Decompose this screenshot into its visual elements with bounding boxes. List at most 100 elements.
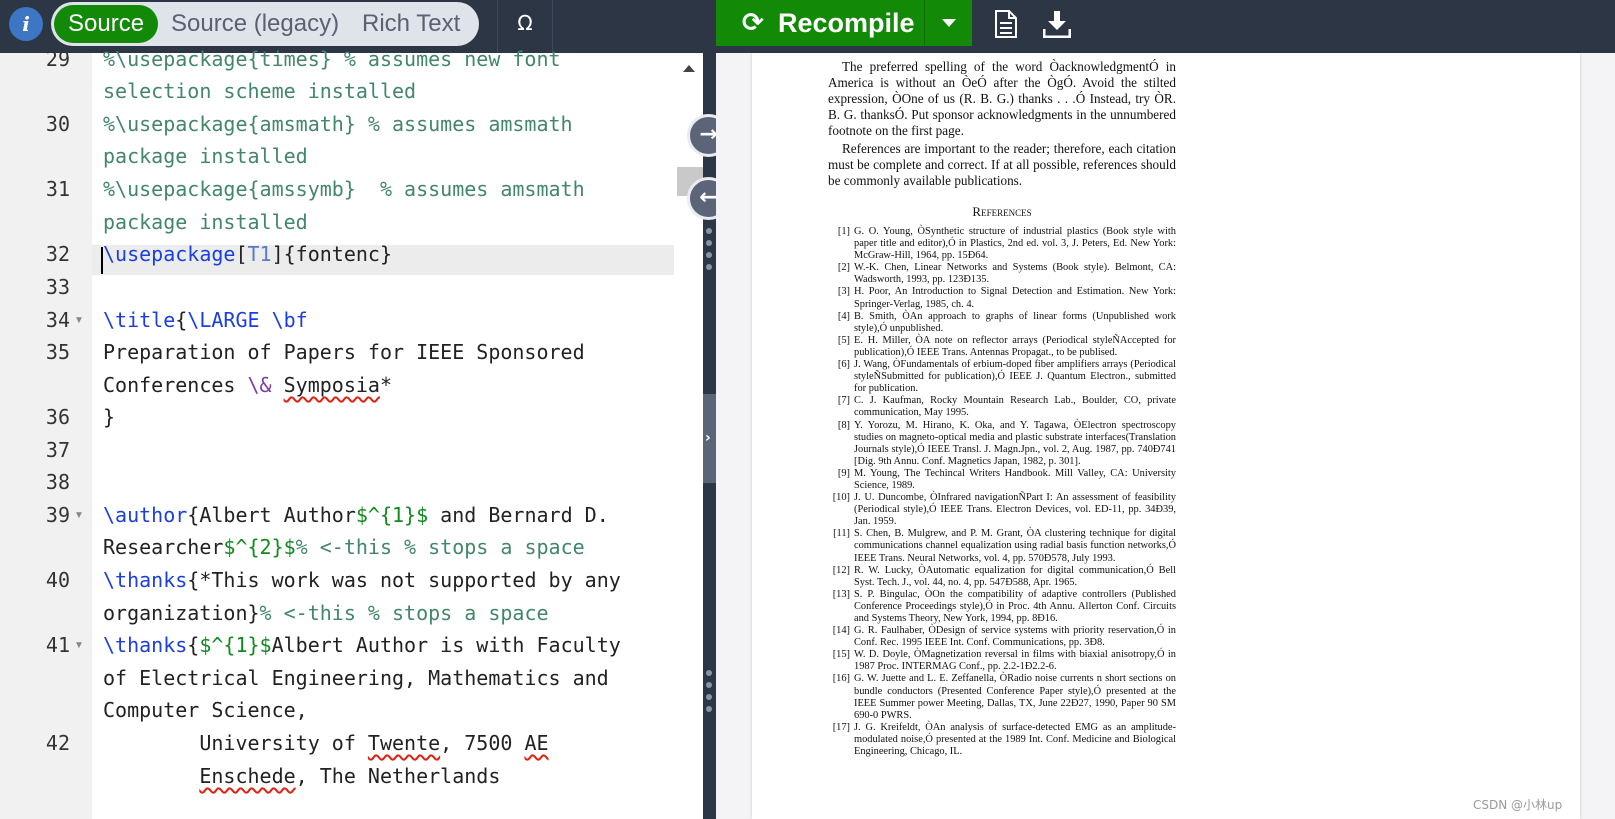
code-text: organization} xyxy=(103,601,260,625)
watermark: CSDN @小林up xyxy=(1473,798,1563,812)
refresh-icon: ⟳ xyxy=(742,8,764,38)
spelling-error[interactable]: Twente xyxy=(368,731,440,755)
document-icon[interactable] xyxy=(994,10,1018,38)
chevron-right-icon: › xyxy=(705,430,711,446)
reference-text: E. H. Miller, ÒA note on reflector array… xyxy=(854,334,1176,358)
reference-number: [2] xyxy=(837,262,850,274)
latex-escape: \& xyxy=(247,373,272,397)
latex-command: \title xyxy=(103,308,176,332)
download-icon[interactable] xyxy=(1043,10,1071,38)
references-heading: References xyxy=(972,204,1032,219)
line-number: 35 xyxy=(45,340,70,364)
arrow-right-icon: → xyxy=(699,122,718,147)
tab-rich-text[interactable]: Rich Text xyxy=(362,2,460,46)
code-text: University of xyxy=(103,731,368,755)
reference-text: C. J. Kaufman, Rocky Mountain Research L… xyxy=(854,395,1176,419)
code-line: } xyxy=(103,405,116,429)
line-number: 41 xyxy=(45,633,70,657)
code-line: Conferences \& Symposia* xyxy=(103,369,392,402)
reference-text: R. W. Lucky, ÒAutomatic equalization for… xyxy=(854,564,1176,588)
code-text: Researcher xyxy=(103,535,224,559)
fold-toggle-icon[interactable]: ▼ xyxy=(74,499,84,532)
reference-text: B. Smith, ÒAn approach to graphs of line… xyxy=(854,310,1176,334)
code-comment: % <-this % stops a space xyxy=(259,601,549,625)
code-line: \thanks{$^{1}$Albert Author is with Facu… xyxy=(103,629,621,662)
spelling-error[interactable]: Symposia xyxy=(284,373,380,397)
latex-option: T1 xyxy=(247,242,272,266)
latex-command: \author xyxy=(103,503,188,527)
line-number: 32 xyxy=(45,242,70,266)
grip-dot xyxy=(706,706,712,712)
reference-item: [12] R. W. Lucky, ÒAutomatic equalization… xyxy=(828,565,1176,589)
reference-text: G. O. Young, ÒSynthetic structure of ind… xyxy=(854,226,1176,262)
code-line: %\usepackage{amsmath} % assumes amsmath xyxy=(103,112,573,136)
editor-scrollbar[interactable] xyxy=(674,53,703,819)
spelling-error[interactable]: AE xyxy=(524,731,548,755)
code-text: { xyxy=(175,308,188,332)
reference-number: [3] xyxy=(837,286,850,298)
reference-item: [13] S. P. Bingulac, ÒOn the compatibilit… xyxy=(828,589,1176,625)
reference-item: [11] S. Chen, B. Mulgrew, and P. M. Grant… xyxy=(828,528,1176,564)
grip-dot xyxy=(706,264,712,270)
fold-toggle-icon[interactable]: ▼ xyxy=(74,304,84,337)
grip-dot xyxy=(706,694,712,700)
reference-item: [3] H. Poor, An Introduction to Signal De… xyxy=(828,286,1176,310)
reference-item: [16] G. W. Juette and L. E. Zeffanella, Ò… xyxy=(828,673,1176,721)
reference-item: [4] B. Smith, ÒAn approach to graphs of l… xyxy=(828,311,1176,335)
code-line: Researcher$^{2}$% <-this % stops a space xyxy=(103,531,585,564)
grip-dot xyxy=(706,240,712,246)
pdf-paragraph: References are important to the reader; … xyxy=(828,141,1176,188)
line-number: 40 xyxy=(45,568,70,592)
code-text: and Bernard D. xyxy=(428,503,609,527)
reference-item: [8] Y. Yorozu, M. Hirano, K. Oka, and Y. … xyxy=(828,420,1176,468)
scroll-up-arrow-icon[interactable] xyxy=(683,65,695,72)
grip-dot xyxy=(706,670,712,676)
reference-text: Y. Yorozu, M. Hirano, K. Oka, and Y. Tag… xyxy=(854,419,1176,467)
reference-item: [1] G. O. Young, ÒSynthetic structure of … xyxy=(828,226,1176,262)
reference-text: W.-K. Chen, Linear Networks and Systems … xyxy=(854,262,1176,286)
code-text: Albert Author is with Faculty xyxy=(271,633,621,657)
grip-dot xyxy=(706,682,712,688)
line-number: 42 xyxy=(45,731,70,755)
code-text: , 7500 xyxy=(440,731,525,755)
recompile-button[interactable]: ⟳ Recompile xyxy=(716,0,972,46)
recompile-options-dropdown[interactable] xyxy=(924,0,972,46)
line-number: 31 xyxy=(45,177,70,201)
reference-item: [10] J. U. Duncombe, ÒInfrared navigation… xyxy=(828,492,1176,528)
code-line: Computer Science, xyxy=(103,698,308,722)
reference-item: [5] E. H. Miller, ÒA note on reflector ar… xyxy=(828,335,1176,359)
line-number: 39 xyxy=(45,503,70,527)
latex-command: \thanks xyxy=(103,633,188,657)
reference-item: [14] G. R. Faulhaber, ÒDesign of service … xyxy=(828,625,1176,649)
tab-source[interactable]: Source xyxy=(54,5,159,43)
reference-item: [6] J. Wang, ÒFundamentals of erbium-dope… xyxy=(828,359,1176,395)
code-text: { xyxy=(187,633,200,657)
info-button[interactable]: i xyxy=(9,7,43,41)
line-number: 38 xyxy=(45,470,70,494)
reference-item: [17] J. G. Kreifeldt, ÒAn analysis of sur… xyxy=(828,722,1176,758)
code-line: University of Twente, 7500 AE xyxy=(103,727,548,760)
reference-number: [17] xyxy=(832,721,850,733)
code-line: \author{Albert Author$^{1}$ and Bernard … xyxy=(103,499,609,532)
code-text: {Albert Author xyxy=(187,503,356,527)
spelling-error[interactable]: Enschede xyxy=(199,764,295,788)
text-cursor xyxy=(101,247,103,274)
editor-mode-switch: Source Source (legacy) Rich Text xyxy=(51,2,479,46)
code-line: \usepackage[T1]{fontenc} xyxy=(103,238,392,271)
reference-number: [5] xyxy=(837,334,850,346)
code-line: of Electrical Engineering, Mathematics a… xyxy=(103,666,609,690)
code-text: Conferences xyxy=(103,373,248,397)
line-number: 29 xyxy=(45,47,70,71)
reference-number: [13] xyxy=(832,588,850,600)
latex-command: \thanks xyxy=(103,568,188,592)
code-text: ]{fontenc} xyxy=(271,242,393,266)
code-line: %\usepackage{amssymb} % assumes amsmath xyxy=(103,177,585,201)
code-line: \thanks{*This work was not supported by … xyxy=(103,564,621,597)
reference-text: G. W. Juette and L. E. Zeffanella, ÒRadi… xyxy=(854,673,1176,721)
reference-number: [7] xyxy=(837,395,850,407)
code-line: \title{\LARGE \bf xyxy=(103,304,308,337)
fold-toggle-icon[interactable]: ▼ xyxy=(74,629,84,662)
latex-command: \usepackage xyxy=(103,242,236,266)
tab-source-legacy[interactable]: Source (legacy) xyxy=(171,2,339,46)
